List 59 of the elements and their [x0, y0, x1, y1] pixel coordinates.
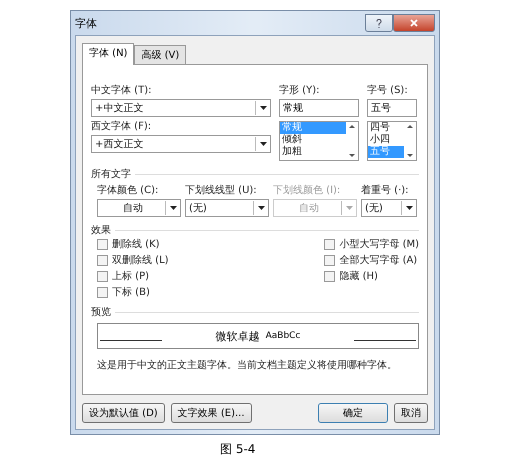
preview-sample: 微软卓越	[216, 328, 260, 344]
checkbox[interactable]	[324, 270, 336, 282]
dropdown[interactable]: (无)	[361, 199, 417, 217]
field-label: 字形 (Y):	[279, 84, 320, 97]
dropdown[interactable]: (无)	[185, 199, 269, 217]
scroll-up-icon[interactable]	[407, 125, 413, 128]
checkbox-label: 隐藏 (H)	[339, 270, 378, 283]
checkbox[interactable]	[324, 254, 336, 266]
field-label: 下划线线型 (U):	[185, 184, 258, 197]
dialog-button[interactable]: 取消	[394, 403, 428, 423]
checkbox[interactable]	[97, 238, 108, 250]
checkbox-label: 小型大写字母 (M)	[339, 238, 419, 251]
field-label: 西文字体 (F):	[91, 120, 152, 133]
checkbox-label: 删除线 (K)	[112, 238, 160, 251]
caret-icon	[260, 106, 266, 110]
field-label: 中文字体 (T):	[91, 84, 152, 97]
tab[interactable]: 字体 (N)	[82, 43, 134, 65]
list-box[interactable]: 四号 小四 五号	[367, 121, 417, 161]
scroll-down-icon[interactable]	[349, 154, 355, 157]
close-button[interactable]	[393, 14, 435, 32]
help-button[interactable]	[365, 14, 393, 32]
font-dropdown[interactable]: +西文正文	[91, 135, 271, 153]
checkbox-label: 下标 (B)	[112, 286, 150, 299]
checkbox[interactable]	[324, 238, 336, 250]
field-label: 字号 (S):	[367, 84, 409, 97]
checkbox[interactable]	[97, 254, 108, 266]
caret-icon	[346, 206, 352, 210]
scroll-down-icon[interactable]	[407, 154, 413, 157]
window-title: 字体	[75, 16, 98, 30]
section-heading: 所有文字	[91, 168, 131, 181]
section-heading: 预览	[91, 306, 111, 319]
checkbox-label: 全部大写字母 (A)	[339, 254, 418, 267]
field-label: 着重号 (·):	[361, 184, 410, 197]
caret-icon	[170, 206, 176, 210]
caret-icon	[258, 206, 264, 210]
checkbox-label: 双删除线 (L)	[112, 254, 169, 267]
caret-icon	[260, 142, 266, 146]
field-label: 字体颜色 (C):	[97, 184, 160, 197]
section-heading: 效果	[91, 224, 111, 237]
checkbox[interactable]	[97, 286, 108, 298]
dialog-button[interactable]: 确定	[318, 403, 388, 423]
field-label: 下划线颜色 (I):	[273, 184, 342, 197]
close-icon	[410, 19, 418, 27]
list-box[interactable]: 常规 倾斜 加粗	[279, 121, 359, 161]
preview-description: 这是用于中文的正文主题字体。当前文档主题定义将使用哪种字体。	[97, 360, 397, 371]
dialog-button[interactable]: 文字效果 (E)...	[170, 403, 252, 423]
scroll-up-icon[interactable]	[349, 125, 355, 128]
size-field[interactable]: 五号	[367, 99, 417, 117]
checkbox[interactable]	[97, 270, 108, 282]
style-field[interactable]: 常规	[279, 99, 359, 117]
preview-sample: AaBbCc	[266, 331, 300, 341]
dropdown[interactable]: 自动	[97, 199, 181, 217]
help-icon	[376, 18, 382, 28]
checkbox-label: 上标 (P)	[112, 270, 150, 283]
figure-caption: 图 5-4	[220, 441, 256, 458]
tab[interactable]: 高级 (V)	[134, 45, 186, 65]
dialog-button[interactable]: 设为默认值 (D)	[82, 403, 165, 423]
font-dropdown[interactable]: +中文正文	[91, 99, 271, 117]
caret-icon	[406, 206, 412, 210]
